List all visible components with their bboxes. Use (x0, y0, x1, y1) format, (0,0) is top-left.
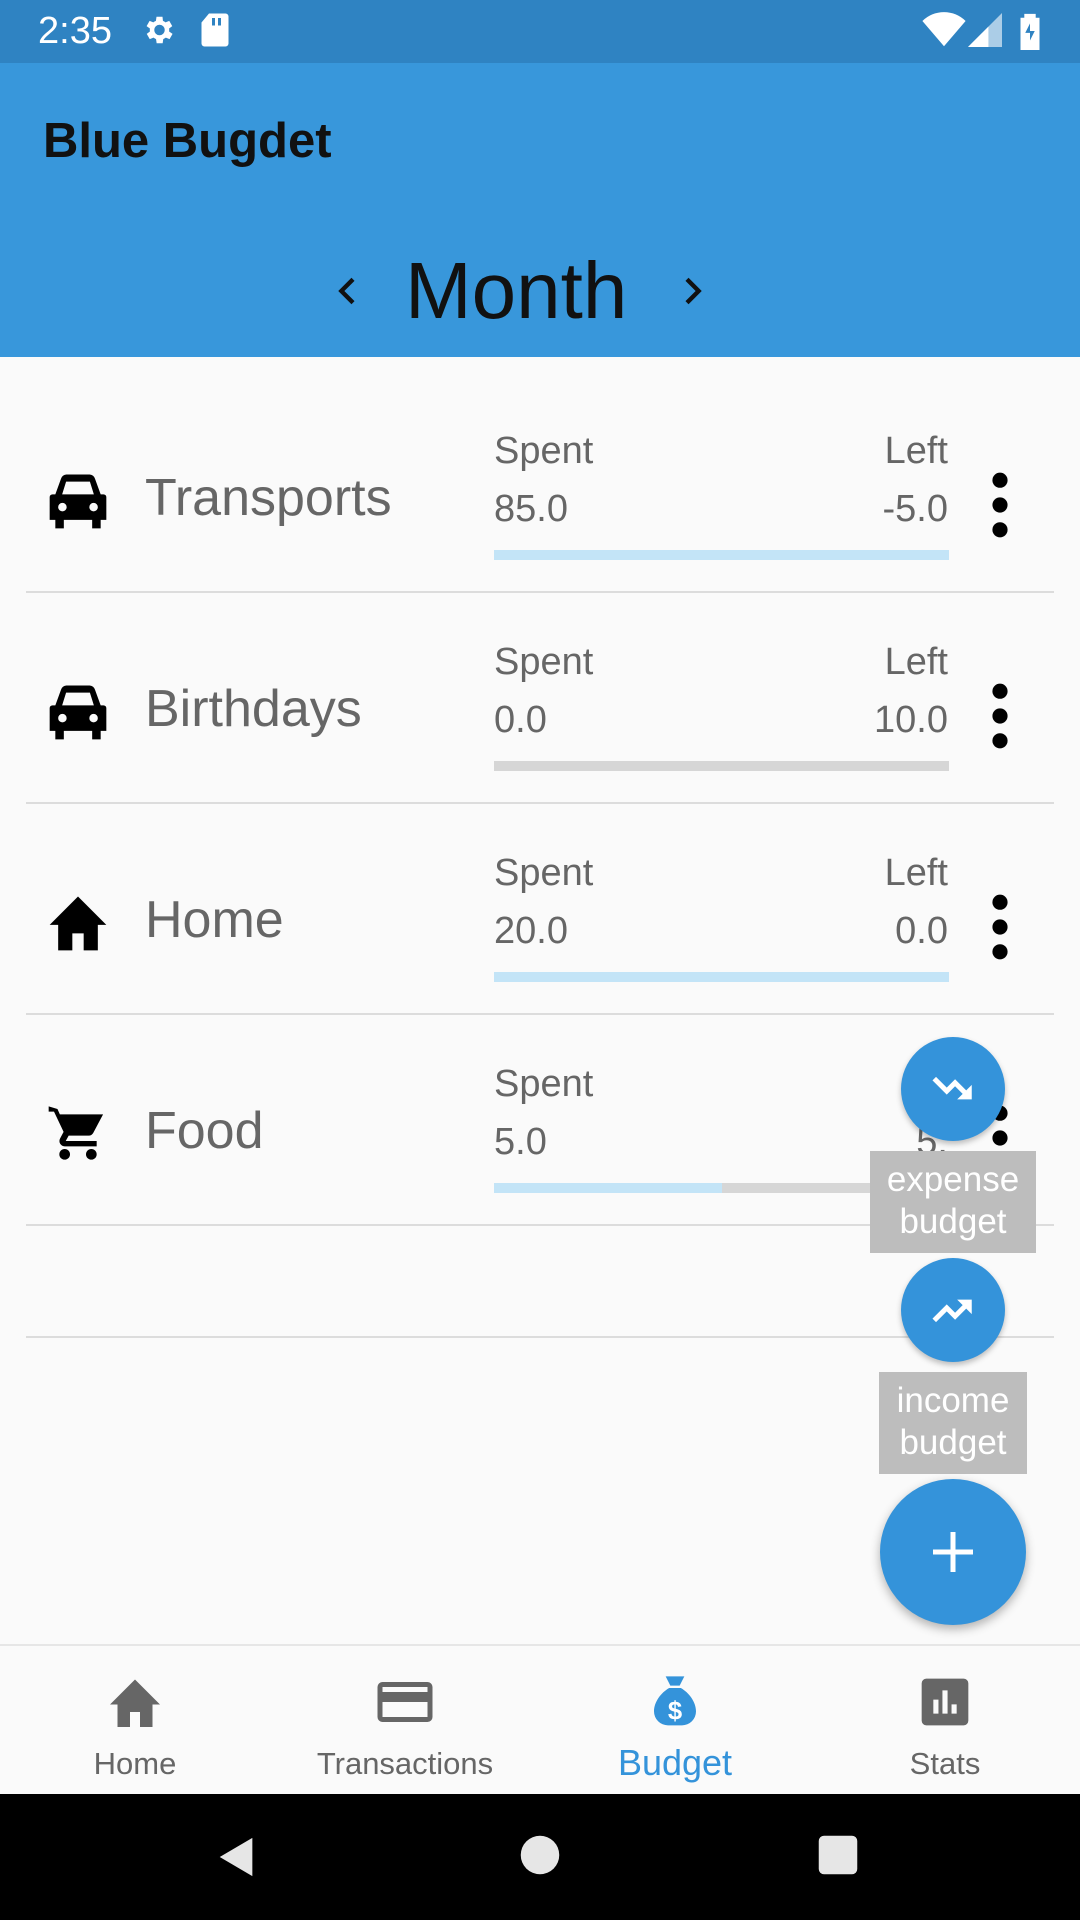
budget-name: Home (145, 891, 284, 949)
more-vert-icon[interactable] (985, 892, 1015, 962)
status-bar: 2:35 (0, 0, 1080, 63)
progress-fill (494, 550, 949, 560)
progress-fill (494, 972, 949, 982)
nav-transactions[interactable]: Transactions (270, 1646, 540, 1796)
left-value: -5.0 (882, 488, 948, 530)
label-line: income (896, 1381, 1010, 1420)
budget-progress-bar (494, 550, 949, 560)
budget-row-transports[interactable]: Transports Spent Left 85.0 -5.0 (0, 380, 1080, 590)
signal-icon (968, 13, 1002, 47)
left-value: 0.0 (895, 910, 948, 952)
expense-budget-label[interactable]: expense budget (870, 1151, 1036, 1253)
income-budget-fab[interactable] (901, 1258, 1005, 1362)
nav-budget[interactable]: $ Budget (540, 1646, 810, 1796)
nav-label: Stats (909, 1746, 981, 1781)
more-vert-icon[interactable] (985, 470, 1015, 540)
divider (26, 1336, 1054, 1338)
nav-label: Transactions (316, 1746, 494, 1781)
cart-icon (48, 1106, 104, 1160)
progress-fill (494, 1183, 722, 1193)
more-vert-icon[interactable] (985, 681, 1015, 751)
car-icon (49, 685, 107, 740)
period-label: Month (405, 246, 628, 335)
budget-row-birthdays[interactable]: Birthdays Spent Left 0.0 10.0 (0, 591, 1080, 801)
bar-chart-icon (921, 1678, 969, 1726)
spent-label: Spent (494, 641, 594, 683)
spent-label: Spent (494, 852, 594, 894)
label-line: budget (899, 1202, 1007, 1241)
label-line: budget (899, 1423, 1007, 1462)
spent-value: 0.0 (494, 699, 547, 741)
budget-name: Food (145, 1102, 264, 1160)
budget-name: Transports (145, 469, 392, 527)
svg-text:$: $ (668, 1698, 682, 1726)
home-circle-icon[interactable] (519, 1834, 561, 1876)
recents-icon[interactable] (817, 1834, 859, 1876)
plus-icon (933, 1532, 973, 1572)
left-label: Left (884, 430, 948, 472)
budget-row-home[interactable]: Home Spent Left 20.0 0.0 (0, 802, 1080, 1012)
trending-down-icon (932, 1076, 972, 1100)
chevron-left-icon[interactable] (328, 271, 368, 311)
expense-budget-fab[interactable] (901, 1037, 1005, 1141)
income-budget-label[interactable]: income budget (879, 1372, 1027, 1474)
budget-progress-bar (494, 972, 949, 982)
budget-name: Birthdays (145, 680, 362, 738)
nav-stats[interactable]: Stats (810, 1646, 1080, 1796)
budget-progress-bar (494, 761, 949, 771)
nav-label: Budget (617, 1742, 733, 1783)
left-label: Left (884, 641, 948, 683)
period-selector: Month (0, 233, 1080, 353)
spent-value: 20.0 (494, 910, 568, 952)
system-nav-bar (0, 1794, 1080, 1920)
bottom-navigation: Home Transactions $ Budget Stats (0, 1644, 1080, 1796)
settings-icon (146, 16, 173, 44)
left-label: Left (884, 852, 948, 894)
add-fab[interactable] (880, 1479, 1026, 1625)
back-icon[interactable] (214, 1834, 260, 1880)
home-icon (49, 896, 107, 951)
nav-label: Home (93, 1746, 177, 1781)
app-bar: Blue Bugdet Month (0, 63, 1080, 357)
status-time: 2:35 (38, 10, 112, 52)
spent-label: Spent (494, 430, 594, 472)
spent-value: 5.0 (494, 1121, 547, 1163)
home-icon (110, 1679, 160, 1727)
spent-value: 85.0 (494, 488, 568, 530)
label-line: expense (886, 1160, 1020, 1199)
credit-card-icon (377, 1682, 433, 1722)
trending-up-icon (932, 1299, 972, 1323)
battery-icon (1020, 13, 1040, 50)
wifi-icon (922, 12, 966, 47)
left-value: 10.0 (874, 699, 948, 741)
spent-label: Spent (494, 1063, 594, 1105)
car-icon (49, 474, 107, 529)
sd-card-icon (201, 13, 229, 47)
money-bag-icon: $ (654, 1676, 696, 1726)
app-title: Blue Bugdet (43, 114, 332, 168)
chevron-right-icon[interactable] (672, 271, 712, 311)
nav-home[interactable]: Home (0, 1646, 270, 1796)
